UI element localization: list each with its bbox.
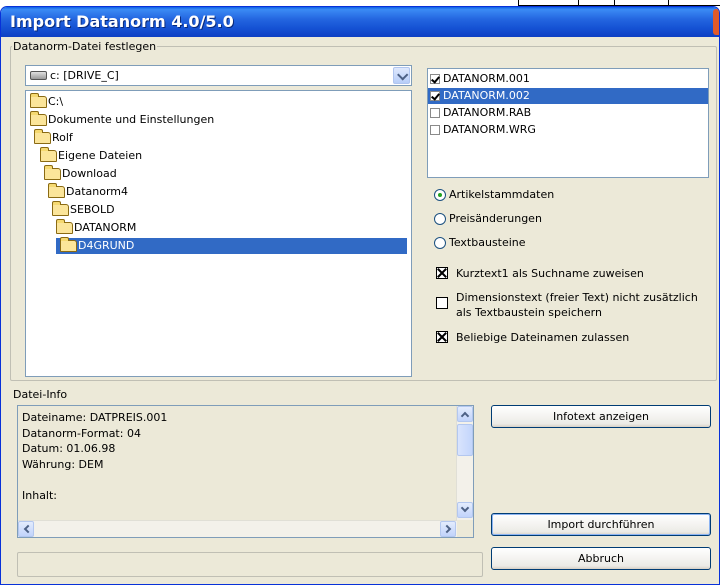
file-checkbox[interactable] [430, 108, 440, 118]
radio-label: Textbausteine [449, 236, 526, 249]
option-checkbox-row[interactable]: Beliebige Dateinamen zulassen [436, 329, 706, 345]
option-label: Dimensionstext (freier Text) nicht zusät… [456, 291, 698, 319]
radio-button[interactable] [434, 237, 446, 249]
file-item[interactable]: DATANORM.001 [428, 71, 708, 87]
radio-label: Preisänderungen [449, 212, 542, 225]
import-type-option[interactable]: Textbausteine [434, 236, 634, 252]
file-item[interactable]: DATANORM.RAB [428, 105, 708, 121]
file-checkbox[interactable] [430, 91, 440, 101]
directory-item[interactable]: Datanorm4 [26, 183, 411, 200]
folder-icon [44, 165, 61, 180]
file-checkbox[interactable] [430, 125, 440, 135]
directory-label: D4GRUND [78, 239, 135, 252]
window-title: Import Datanorm 4.0/5.0 [10, 12, 234, 31]
option-label: Kurztext1 als Suchname zuweisen [456, 267, 644, 280]
folder-icon [52, 201, 69, 216]
directory-item[interactable]: SEBOLD [26, 201, 411, 218]
import-type-option[interactable]: Preisänderungen [434, 212, 634, 228]
scroll-thumb[interactable] [457, 424, 473, 456]
title-bar[interactable]: Import Datanorm 4.0/5.0 [1, 7, 719, 37]
directory-item[interactable]: C:\ [26, 93, 411, 110]
scroll-right-button[interactable] [440, 521, 456, 537]
directory-label: Datanorm4 [66, 185, 129, 198]
directory-list[interactable]: C:\ Dokumente und Einstellungen Rolf Eigene… [25, 90, 412, 377]
chevron-left-icon [23, 524, 33, 534]
chevron-down-icon [460, 503, 470, 513]
radio-label: Artikelstammdaten [449, 188, 555, 201]
directory-item[interactable]: Rolf [26, 129, 411, 146]
directory-label: Eigene Dateien [58, 149, 143, 162]
vertical-scrollbar[interactable] [456, 406, 473, 520]
import-type-option[interactable]: Artikelstammdaten [434, 188, 634, 204]
folder-icon [30, 93, 47, 108]
file-info-legend: Datei-Info [13, 388, 68, 401]
directory-label: Download [62, 167, 117, 180]
directory-label: SEBOLD [70, 203, 115, 216]
show-infotext-button[interactable]: Infotext anzeigen [491, 405, 711, 428]
file-label: DATANORM.001 [443, 72, 530, 85]
directory-item[interactable]: Eigene Dateien [26, 147, 411, 164]
chevron-down-icon[interactable] [393, 67, 410, 84]
file-checkbox[interactable] [430, 74, 440, 84]
chevron-up-icon [460, 411, 470, 421]
directory-item[interactable]: Download [26, 165, 411, 182]
directory-item[interactable]: Dokumente und Einstellungen [26, 111, 411, 128]
close-button[interactable] [713, 9, 719, 35]
file-selection-legend: Datanorm-Datei festlegen [13, 40, 157, 53]
directory-label: Rolf [52, 131, 73, 144]
directory-label: Dokumente und Einstellungen [48, 113, 215, 126]
option-checkbox-row[interactable]: Kurztext1 als Suchname zuweisen [436, 265, 706, 281]
directory-item[interactable]: D4GRUND [26, 237, 411, 254]
option-checkbox[interactable] [436, 267, 448, 279]
file-label: DATANORM.RAB [443, 106, 532, 119]
directory-label: DATANORM [74, 221, 137, 234]
status-bar [17, 552, 483, 577]
file-info-text: Dateiname: DATPREIS.001 Datanorm-Format:… [22, 411, 168, 502]
file-info-box[interactable]: Dateiname: DATPREIS.001 Datanorm-Format:… [17, 405, 474, 538]
file-list[interactable]: DATANORM.001 DATANORM.002 DATANORM.RAB DATA… [427, 68, 709, 178]
option-checkbox[interactable] [436, 331, 448, 343]
drive-select[interactable]: c: [DRIVE_C] [25, 65, 412, 86]
folder-icon [34, 129, 51, 144]
directory-item[interactable]: DATANORM [26, 219, 411, 236]
scroll-down-button[interactable] [457, 502, 473, 518]
file-item[interactable]: DATANORM.WRG [428, 122, 708, 138]
option-checkbox[interactable] [436, 297, 448, 309]
folder-icon [30, 111, 47, 126]
file-item[interactable]: DATANORM.002 [428, 88, 708, 104]
chevron-right-icon [442, 524, 452, 534]
radio-button[interactable] [434, 213, 446, 225]
horizontal-scrollbar[interactable] [18, 520, 457, 537]
folder-icon [40, 147, 57, 162]
drive-select-value: c: [DRIVE_C] [50, 69, 119, 82]
file-label: DATANORM.002 [443, 89, 530, 102]
file-label: DATANORM.WRG [443, 123, 536, 136]
option-checkbox-row[interactable]: Dimensionstext (freier Text) nicht zusät… [436, 289, 706, 321]
scroll-left-button[interactable] [18, 521, 34, 537]
option-label: Beliebige Dateinamen zulassen [456, 331, 630, 344]
folder-icon [48, 183, 65, 198]
cancel-button[interactable]: Abbruch [491, 547, 711, 570]
radio-button[interactable] [434, 189, 446, 201]
import-dialog: Import Datanorm 4.0/5.0 Datanorm-Datei f… [0, 6, 720, 585]
import-button[interactable]: Import durchführen [491, 513, 711, 536]
drive-icon [30, 71, 47, 80]
folder-icon [56, 219, 73, 234]
directory-label: C:\ [48, 95, 64, 108]
folder-icon [60, 237, 77, 252]
scroll-up-button[interactable] [457, 406, 473, 422]
